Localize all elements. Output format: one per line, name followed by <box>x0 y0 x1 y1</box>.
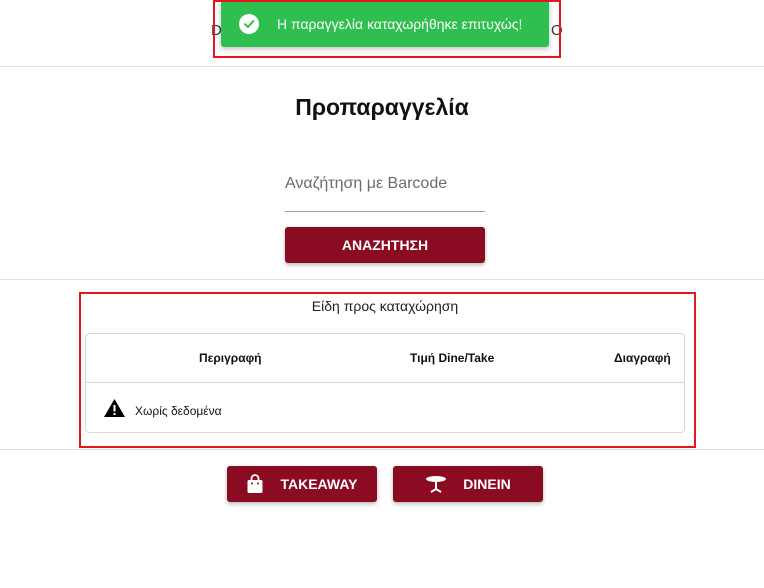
dinein-label: DINEIN <box>463 476 511 492</box>
shopping-bag-icon <box>246 474 264 494</box>
search-button[interactable]: ΑΝΑΖΗΤΗΣΗ <box>285 227 485 263</box>
takeaway-label: TAKEAWAY <box>280 476 358 492</box>
divider <box>0 279 764 280</box>
barcode-search-input[interactable] <box>285 168 485 200</box>
dinein-button[interactable]: DINEIN <box>393 466 543 502</box>
table-highlight-box <box>79 292 696 448</box>
divider <box>0 449 764 450</box>
toast-highlight-box <box>213 0 561 58</box>
page-title: Προπαραγγελία <box>295 94 469 120</box>
takeaway-button[interactable]: TAKEAWAY <box>227 466 377 502</box>
table-icon <box>425 475 447 493</box>
barcode-search-field[interactable] <box>285 168 485 212</box>
